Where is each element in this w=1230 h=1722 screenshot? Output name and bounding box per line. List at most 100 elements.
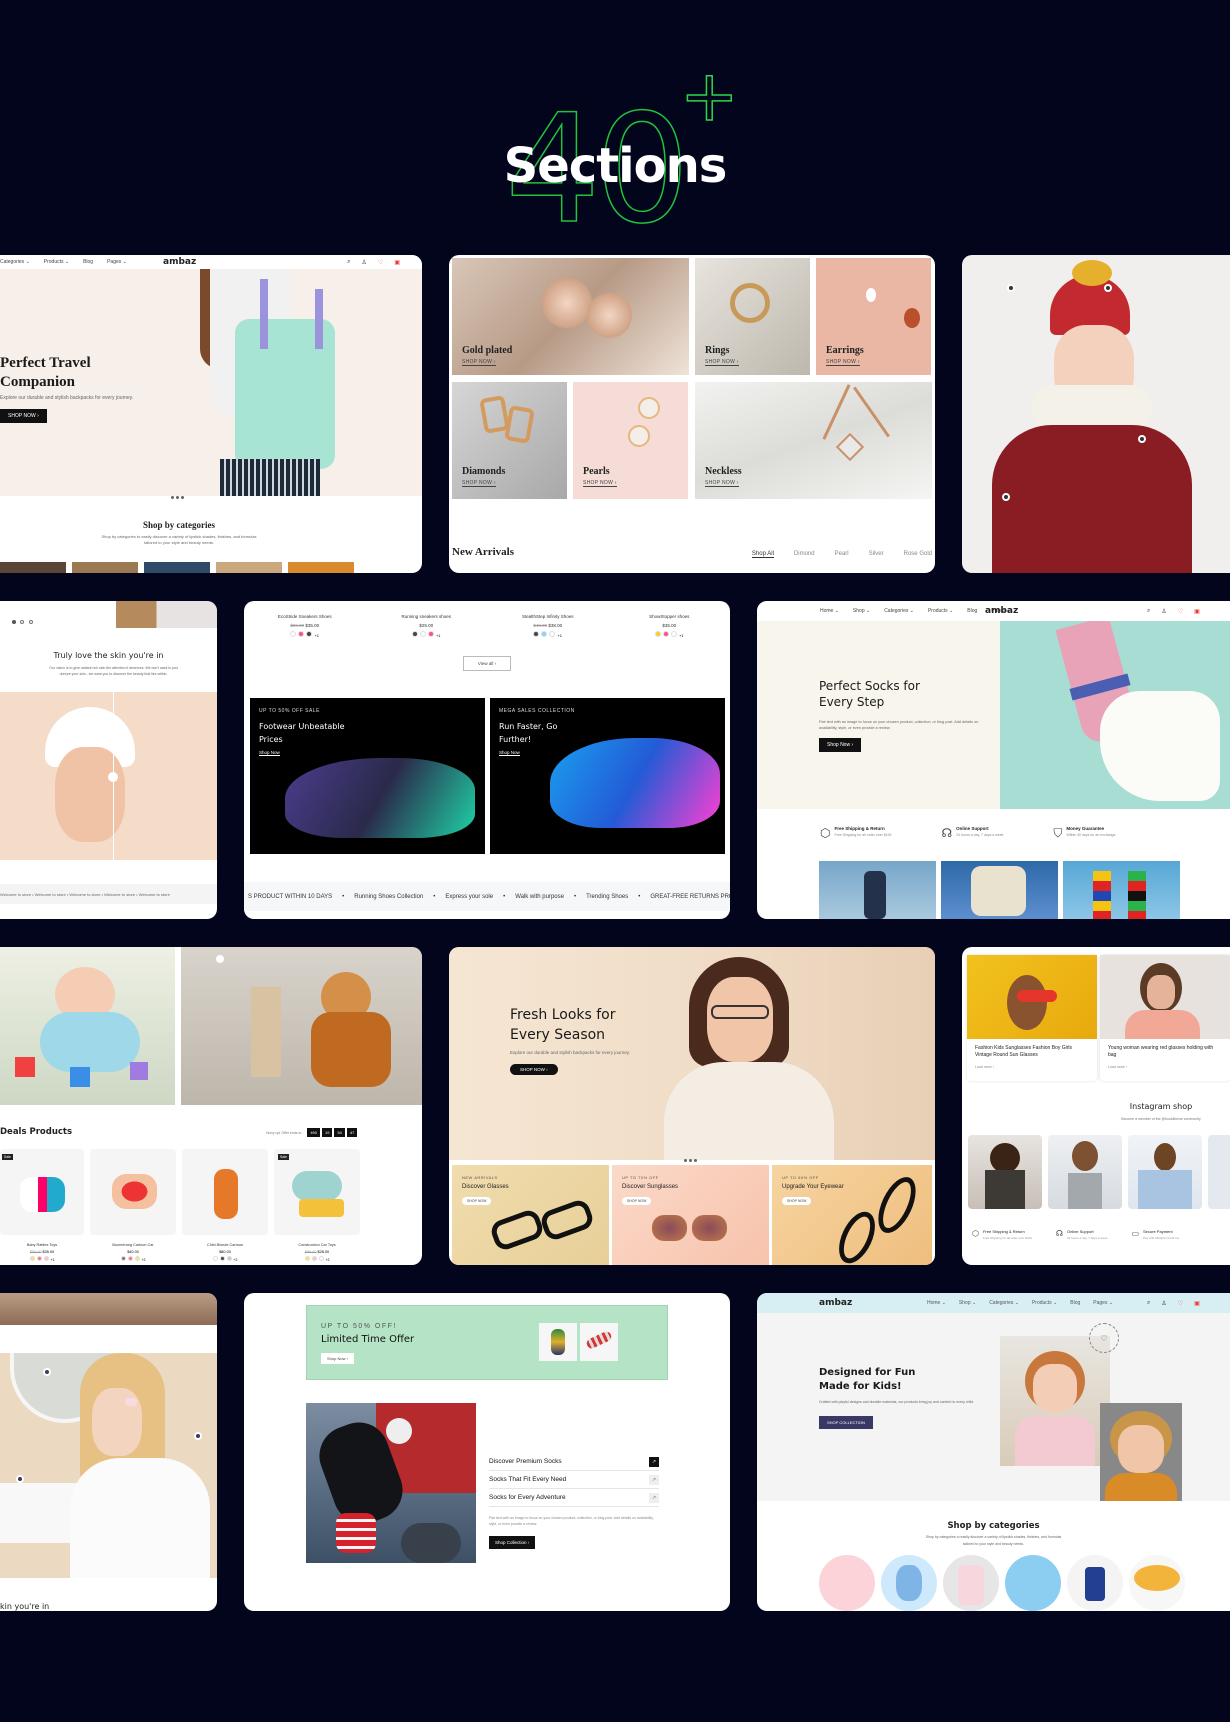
shop-collection-button[interactable]: Shop Collection › [489, 1536, 536, 1549]
product-card[interactable]: Boomerang Cartoon Car $40.00 +2 [90, 1149, 176, 1262]
nav-item[interactable]: Pages ⌄ [1093, 1300, 1113, 1306]
accordion-item[interactable]: Socks for Every Adventure ↗ [489, 1489, 659, 1507]
cart-icon[interactable]: ▣ [1194, 608, 1200, 615]
user-icon[interactable]: ♙ [362, 259, 367, 266]
category-snacks[interactable] [1005, 1555, 1061, 1611]
instagram-image[interactable] [1048, 1135, 1122, 1209]
jewelry-tile[interactable]: Neckless SHOP NOW › [695, 382, 932, 499]
promo-banner[interactable]: MEGA SALES COLLECTION Run Faster, Go Fur… [490, 698, 725, 854]
blog-post[interactable]: Young woman wearing red glasses holding … [1100, 955, 1230, 1081]
search-icon[interactable]: ⌕ [1147, 608, 1150, 615]
offer-product-image[interactable] [580, 1323, 618, 1361]
product-card[interactable]: EcoStride Sneakers Shoes $55.00 $35.00 +… [250, 614, 360, 638]
accordion-item[interactable]: Socks That Fit Every Need ↗ [489, 1471, 659, 1489]
promo-banner[interactable]: UP TO 50% OFF SALE Footwear Unbeatable P… [250, 698, 485, 854]
search-icon[interactable]: ⌕ [1147, 1300, 1150, 1307]
wishlist-icon[interactable]: ♡ [1178, 608, 1183, 615]
hotspot-pin[interactable] [216, 955, 224, 963]
product-card[interactable]: Running sneakers shoes $25.00 +1 [371, 614, 481, 638]
jewelry-tile[interactable]: Gold plated SHOP NOW › [452, 258, 689, 375]
wishlist-icon[interactable]: ♡ [378, 259, 383, 266]
blog-post[interactable]: Fashion Kids Sunglasses Fashion Boy Girl… [967, 955, 1097, 1081]
category-food[interactable] [1129, 1555, 1185, 1611]
card-blog-preview[interactable]: Fashion Kids Sunglasses Fashion Boy Girl… [962, 947, 1230, 1265]
accordion-item[interactable]: Discover Premium Socks ↗ [489, 1453, 659, 1471]
logo[interactable]: ambaz [163, 257, 196, 267]
category-thumb[interactable] [0, 562, 66, 573]
tab-silver[interactable]: Silver [869, 551, 884, 558]
swatch[interactable] [662, 631, 669, 637]
offer-shop-now-button[interactable]: Shop Now › [321, 1353, 354, 1364]
tile-shop-now[interactable]: SHOP NOW › [462, 480, 496, 487]
slider-dots[interactable] [170, 486, 185, 504]
search-icon[interactable]: ⌕ [347, 259, 350, 266]
tab-dimond[interactable]: Dimond [794, 551, 815, 558]
swatch[interactable] [290, 631, 297, 637]
product-card[interactable]: Sale Construction Car Toys $89.00 $28.00… [274, 1149, 360, 1262]
instagram-image[interactable] [1128, 1135, 1202, 1209]
tab-pearl[interactable]: Pearl [835, 551, 849, 558]
product-image[interactable] [941, 861, 1058, 919]
promo-banner[interactable]: UP TO 60% OFF Upgrade Your Eyewear SHOP … [772, 1165, 932, 1265]
card-shoes-preview[interactable]: EcoStride Sneakers Shoes $55.00 $35.00 +… [244, 601, 730, 919]
card-glasses-preview[interactable]: Fresh Looks for Every Season Explore our… [449, 947, 935, 1265]
nav-item[interactable]: Products ⌄ [44, 259, 69, 265]
instagram-image[interactable] [968, 1135, 1042, 1209]
card-toys-preview[interactable]: Deals Products Hurry up! Offer ends in: … [0, 947, 422, 1265]
jewelry-tile[interactable]: Rings SHOP NOW › [695, 258, 810, 375]
wishlist-icon[interactable]: ♡ [1178, 1300, 1183, 1307]
banner-shop-now[interactable]: SHOP NOW [782, 1197, 812, 1205]
product-card[interactable]: ShowStopper shoes $35.00 +1 [614, 614, 724, 638]
tile-shop-now[interactable]: SHOP NOW › [462, 359, 496, 366]
nav-item[interactable]: Shop ⌄ [959, 1300, 976, 1306]
swatch[interactable] [533, 631, 540, 637]
card-jewelry-preview[interactable]: Gold plated SHOP NOW › Rings SHOP NOW › … [449, 255, 935, 573]
shop-now-button[interactable]: Shop Now › [819, 738, 862, 752]
swatch[interactable] [43, 1256, 49, 1261]
swatch[interactable] [654, 631, 661, 637]
nav-item[interactable]: Blog [83, 259, 93, 265]
arrow-up-right-icon[interactable]: ↗ [649, 1492, 659, 1503]
cart-icon[interactable]: ▣ [394, 259, 400, 266]
nav-item[interactable]: Categories ⌄ [989, 1300, 1019, 1306]
shop-collection-button[interactable]: SHOP COLLECTION [819, 1416, 873, 1429]
user-icon[interactable]: ♙ [1161, 1300, 1166, 1307]
jewelry-tile[interactable]: Diamonds SHOP NOW › [452, 382, 567, 499]
swatch[interactable] [411, 631, 418, 637]
arrow-up-right-icon[interactable]: ↗ [649, 1474, 659, 1485]
promo-banner[interactable]: NEW ARRIVALS Discover Glasses SHOP NOW [452, 1165, 609, 1265]
category-thumb[interactable] [216, 562, 282, 573]
promo-banner[interactable]: UP TO 70% OFF Discover Sunglasses SHOP N… [612, 1165, 769, 1265]
promo-shop-now[interactable]: Shop Now [499, 750, 520, 756]
swatch[interactable] [541, 631, 548, 637]
tile-shop-now[interactable]: SHOP NOW › [826, 359, 860, 366]
tab-rose-gold[interactable]: Rose Gold [904, 551, 932, 558]
cart-icon[interactable]: ▣ [1194, 1300, 1200, 1307]
nav-item[interactable]: Blog [1070, 1300, 1080, 1306]
swatch[interactable] [120, 1256, 126, 1261]
card-skin-preview[interactable]: Truly love the skin you're in Our vision… [0, 601, 217, 919]
view-all-button[interactable]: View all › [463, 656, 511, 671]
swatch[interactable] [212, 1256, 218, 1261]
hotspot-pin[interactable] [194, 1432, 202, 1440]
offer-product-image[interactable] [539, 1323, 577, 1361]
skincare-image[interactable] [0, 1353, 217, 1578]
category-toys[interactable] [881, 1555, 937, 1611]
swatch[interactable] [36, 1256, 42, 1261]
nav-item[interactable]: Home ⌄ [820, 608, 839, 614]
swatch[interactable] [219, 1256, 225, 1261]
swatch[interactable] [304, 1256, 310, 1261]
nav-item[interactable]: Products ⌄ [1032, 1300, 1057, 1306]
nav-item[interactable]: Blog [967, 608, 977, 614]
logo[interactable]: ambaz [819, 1298, 852, 1308]
hotspot-pin[interactable] [1002, 493, 1010, 501]
category-bodysuits[interactable] [1067, 1555, 1123, 1611]
load-more-link[interactable]: Load more › [1100, 1065, 1230, 1069]
swatch[interactable] [670, 631, 677, 637]
category-thumb[interactable] [144, 562, 210, 573]
category-thumb[interactable] [288, 562, 354, 573]
arrow-up-right-icon[interactable]: ↗ [649, 1456, 659, 1467]
swatch[interactable] [29, 1256, 35, 1261]
hotspot-pin[interactable] [16, 1475, 24, 1483]
jewelry-tile[interactable]: Pearls SHOP NOW › [573, 382, 688, 499]
